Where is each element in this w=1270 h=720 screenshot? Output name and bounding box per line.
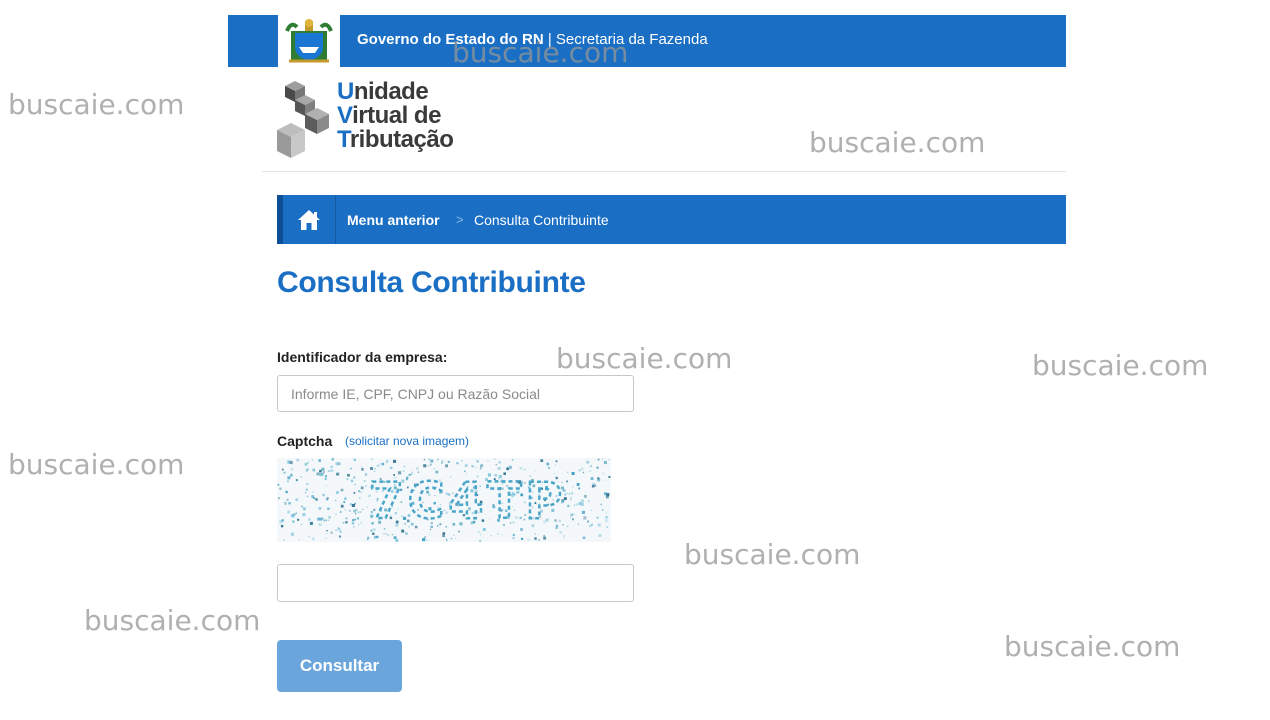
- watermark: buscaie.com: [8, 88, 185, 121]
- captcha-input[interactable]: [277, 564, 634, 602]
- captcha-text: 7C4TP: [369, 472, 566, 530]
- captcha-image: 7C4TP: [277, 458, 611, 542]
- logo-line-1: Unidade: [337, 78, 429, 105]
- logo-wordmark: Unidade Virtual de Tributação: [337, 78, 454, 153]
- gov-header-bar: Governo do Estado do RN | Secretaria da …: [228, 15, 1066, 67]
- page: Governo do Estado do RN | Secretaria da …: [0, 0, 1270, 720]
- captcha-refresh-link[interactable]: (solicitar nova imagem): [345, 434, 469, 448]
- header-divider: [262, 171, 1066, 172]
- page-title: Consulta Contribuinte: [277, 266, 586, 299]
- coat-of-arms-icon[interactable]: [278, 15, 340, 67]
- logo-line-2: Virtual de: [337, 102, 441, 129]
- captcha-label: Captcha: [277, 433, 333, 449]
- home-button[interactable]: [283, 195, 336, 244]
- identifier-label: Identificador da empresa:: [277, 349, 448, 365]
- consultar-button[interactable]: Consultar: [277, 640, 402, 692]
- watermark: buscaie.com: [452, 36, 629, 69]
- uvt-logo[interactable]: Unidade Virtual de Tributação: [277, 80, 497, 162]
- watermark: buscaie.com: [556, 342, 733, 375]
- breadcrumb-separator: >: [456, 212, 464, 227]
- watermark: buscaie.com: [1032, 349, 1209, 382]
- home-icon: [298, 209, 320, 230]
- stacked-cubes-icon: [277, 81, 329, 158]
- logo-line-3: Tributação: [337, 126, 454, 153]
- watermark: buscaie.com: [84, 604, 261, 637]
- breadcrumb: Menu anterior > Consulta Contribuinte: [277, 195, 1066, 244]
- watermark: buscaie.com: [684, 538, 861, 571]
- identifier-input[interactable]: [277, 375, 634, 412]
- watermark: buscaie.com: [8, 448, 185, 481]
- breadcrumb-current: Consulta Contribuinte: [474, 212, 609, 228]
- watermark: buscaie.com: [1004, 630, 1181, 663]
- breadcrumb-previous-link[interactable]: Menu anterior: [347, 212, 440, 228]
- watermark: buscaie.com: [809, 126, 986, 159]
